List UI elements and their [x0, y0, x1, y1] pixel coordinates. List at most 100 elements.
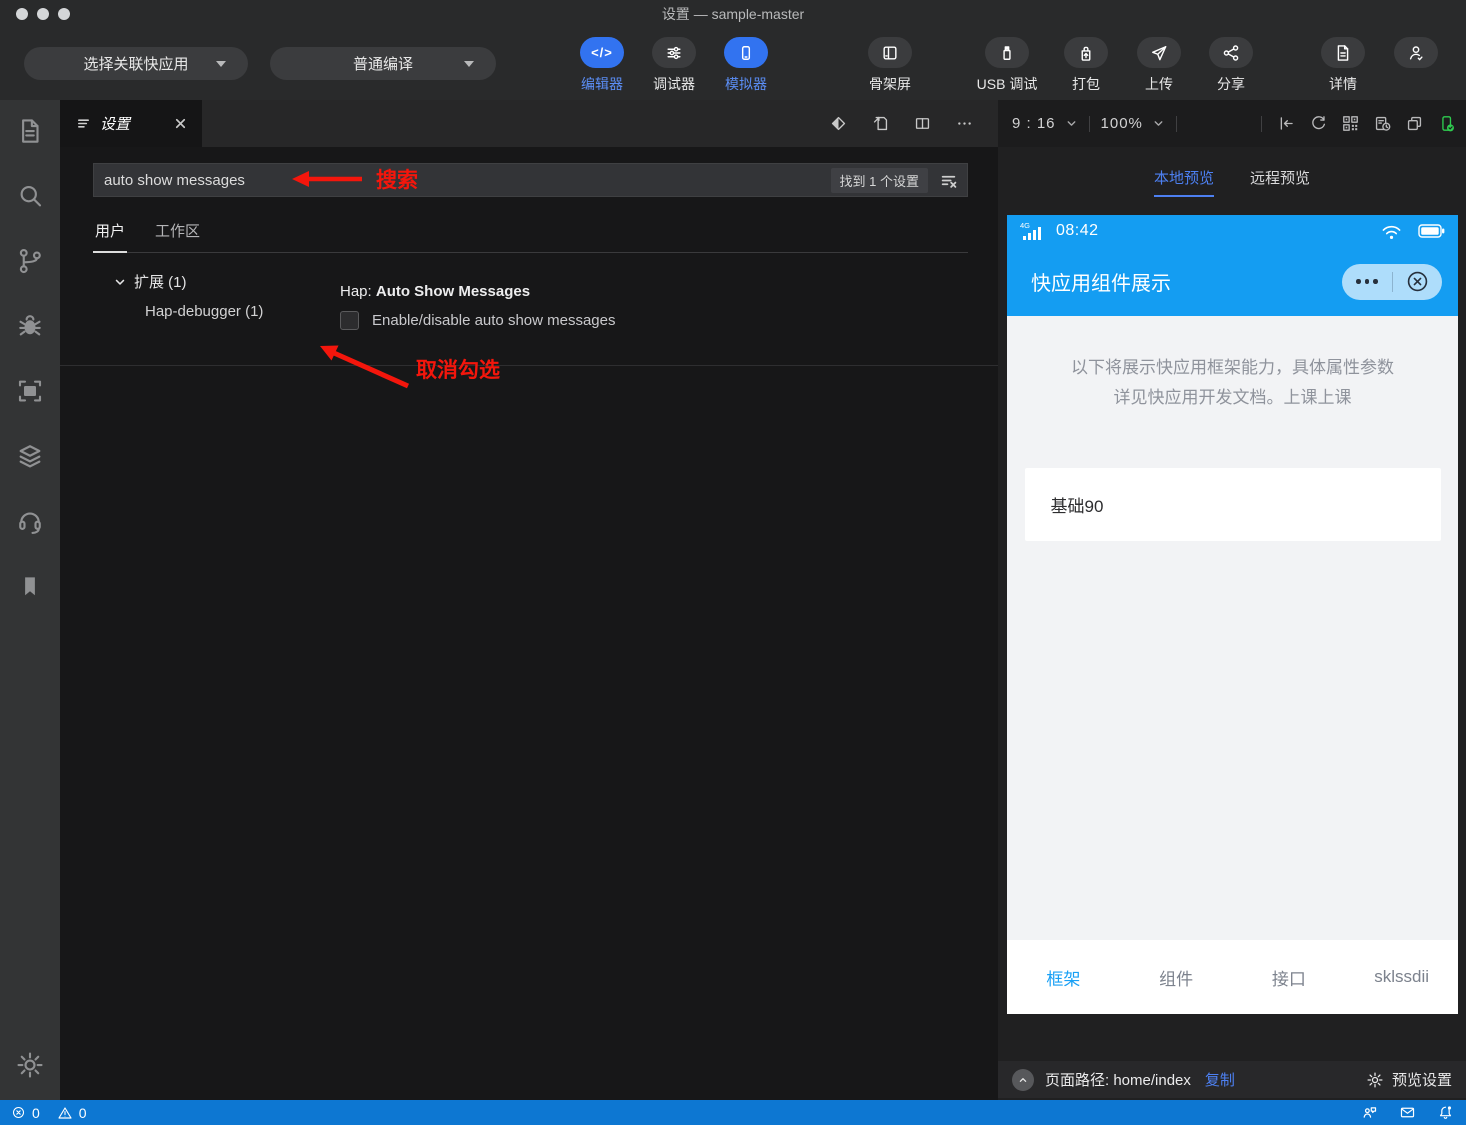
editor-button[interactable]: </> 编辑器	[570, 37, 634, 94]
intro-text: 以下将展示快应用框架能力，具体属性参数 详见快应用开发文档。上课上课	[1071, 358, 1394, 407]
git-branch-icon	[19, 248, 41, 274]
collapse-button[interactable]	[1012, 1068, 1034, 1091]
source-control-button[interactable]	[15, 241, 45, 281]
tab-settings[interactable]: 设置	[60, 100, 202, 147]
split-editor-icon[interactable]	[913, 114, 932, 133]
nav-item-custom[interactable]: sklssdii	[1345, 967, 1458, 987]
app-title: 快应用组件展示	[1031, 273, 1171, 295]
setting-description: Enable/disable auto show messages	[372, 312, 616, 329]
skeleton-screen-button[interactable]: 骨架屏	[858, 37, 922, 94]
preview-frame-button[interactable]	[15, 371, 45, 411]
qr-code-icon[interactable]	[1341, 114, 1360, 133]
scope-tab-workspace[interactable]: 工作区	[153, 211, 202, 252]
nav-item-interfaces[interactable]: 接口	[1233, 965, 1346, 990]
exit-app-button[interactable]	[1392, 270, 1442, 293]
bookmarks-button[interactable]	[17, 566, 43, 606]
tab-title: 设置	[100, 116, 131, 133]
history-log-icon[interactable]	[1373, 114, 1392, 133]
chevron-down-icon[interactable]	[1065, 117, 1078, 130]
usb-debug-button[interactable]: USB 调试	[967, 37, 1047, 94]
window-titlebar: 设置 — sample-master	[0, 0, 1466, 28]
list-item-card[interactable]: 基础90	[1024, 468, 1441, 541]
debugger-button[interactable]: 调试器	[642, 37, 706, 94]
settings-search-box[interactable]: 找到 1 个设置	[93, 163, 968, 197]
file-icon	[22, 119, 39, 143]
nav-item-components[interactable]: 组件	[1120, 965, 1233, 990]
auto-show-messages-checkbox[interactable]	[340, 311, 359, 330]
quickapp-select-dropdown[interactable]: 选择关联快应用	[24, 47, 248, 80]
skeleton-layout-icon	[883, 45, 897, 60]
scope-tab-user[interactable]: 用户	[93, 211, 128, 253]
package-button[interactable]: 打包	[1054, 37, 1118, 94]
phone-icon	[741, 45, 751, 60]
package-icon	[1081, 46, 1091, 61]
user-check-icon	[1409, 45, 1423, 60]
chevron-up-icon	[1019, 1077, 1027, 1082]
clear-filter-icon[interactable]	[940, 172, 957, 189]
window-title: 设置 — sample-master	[661, 6, 805, 22]
mail-icon[interactable]	[1399, 1104, 1416, 1121]
share-icon	[1223, 44, 1239, 61]
aspect-ratio-value[interactable]: 9 : 16	[1012, 115, 1056, 132]
setting-entry: Hap: Auto Show Messages Enable/disable a…	[340, 271, 616, 330]
diamond-icon[interactable]	[829, 114, 848, 133]
phone-clock: 08:42	[1056, 222, 1099, 239]
open-file-icon[interactable]	[871, 114, 890, 133]
menu-button[interactable]	[1342, 279, 1392, 284]
code-icon: </>	[591, 45, 613, 60]
settings-pane: 找到 1 个设置 搜索 用户 工作区 扩展 (1) Hap-debugger (…	[60, 147, 998, 1100]
back-icon[interactable]	[1277, 114, 1296, 133]
nav-item-framework[interactable]: 框架	[1007, 965, 1120, 990]
build-mode-dropdown[interactable]: 普通编译	[270, 47, 496, 80]
copy-screen-icon[interactable]	[1405, 114, 1424, 133]
tree-item-hap-debugger[interactable]: Hap-debugger (1)	[93, 303, 340, 320]
account-button[interactable]	[1384, 37, 1448, 68]
share-button[interactable]: 分享	[1199, 37, 1263, 94]
build-mode-label: 普通编译	[352, 56, 413, 73]
divider	[1261, 115, 1262, 132]
settings-gear-button[interactable]	[15, 1045, 45, 1085]
divider	[1175, 115, 1177, 132]
annotation-uncheck: 取消勾选	[318, 342, 548, 392]
layers-button[interactable]	[15, 436, 45, 476]
more-actions-icon[interactable]	[955, 114, 974, 133]
search-button[interactable]	[15, 176, 45, 216]
bug-icon	[19, 315, 41, 336]
simulator-button[interactable]: 模拟器	[714, 37, 778, 94]
upload-button[interactable]: 上传	[1127, 37, 1191, 94]
settings-content: 扩展 (1) Hap-debugger (1) Hap: Auto Show M…	[93, 253, 968, 330]
copy-path-link[interactable]: 复制	[1205, 1069, 1235, 1090]
close-icon[interactable]	[173, 116, 188, 131]
phone-bottom-nav: 框架 组件 接口 sklssdii	[1007, 940, 1458, 1014]
layers-icon	[19, 445, 41, 468]
tree-group-extensions[interactable]: 扩展 (1)	[93, 271, 340, 292]
editor-tab-bar: 设置	[60, 100, 998, 147]
status-bar: 0 0	[0, 1100, 1466, 1125]
zoom-level-value[interactable]: 100%	[1101, 115, 1143, 132]
close-circle-icon	[1407, 271, 1427, 292]
support-button[interactable]	[15, 501, 45, 541]
usb-icon	[1003, 45, 1011, 60]
results-count-badge: 找到 1 个设置	[830, 167, 928, 193]
problems-indicator[interactable]: 0 0	[11, 1105, 87, 1121]
chevron-down-icon[interactable]	[1152, 117, 1165, 130]
gear-icon	[17, 1052, 43, 1078]
tab-remote-preview[interactable]: 远程预览	[1250, 167, 1310, 197]
refresh-icon[interactable]	[1309, 114, 1328, 133]
wifi-icon	[1382, 225, 1401, 239]
battery-icon	[1418, 224, 1445, 238]
explorer-button[interactable]	[15, 111, 45, 151]
notification-bell-icon[interactable]	[1437, 1104, 1454, 1121]
settings-search-input[interactable]	[104, 171, 831, 189]
device-connected-icon[interactable]	[1437, 114, 1456, 133]
signal-strength-icon: 4G	[1020, 221, 1041, 240]
frame-icon	[18, 380, 42, 402]
debug-button[interactable]	[15, 306, 45, 346]
phone-app-content: 以下将展示快应用框架能力，具体属性参数 详见快应用开发文档。上课上课 基础90	[1007, 316, 1458, 940]
feedback-icon[interactable]	[1361, 1104, 1378, 1121]
error-icon	[12, 1106, 25, 1119]
preview-settings-button[interactable]: 预览设置	[1366, 1069, 1452, 1090]
preview-footer: 页面路径: home/index 复制 预览设置	[998, 1061, 1466, 1098]
details-button[interactable]: 详情	[1311, 37, 1375, 94]
tab-local-preview[interactable]: 本地预览	[1153, 167, 1214, 197]
